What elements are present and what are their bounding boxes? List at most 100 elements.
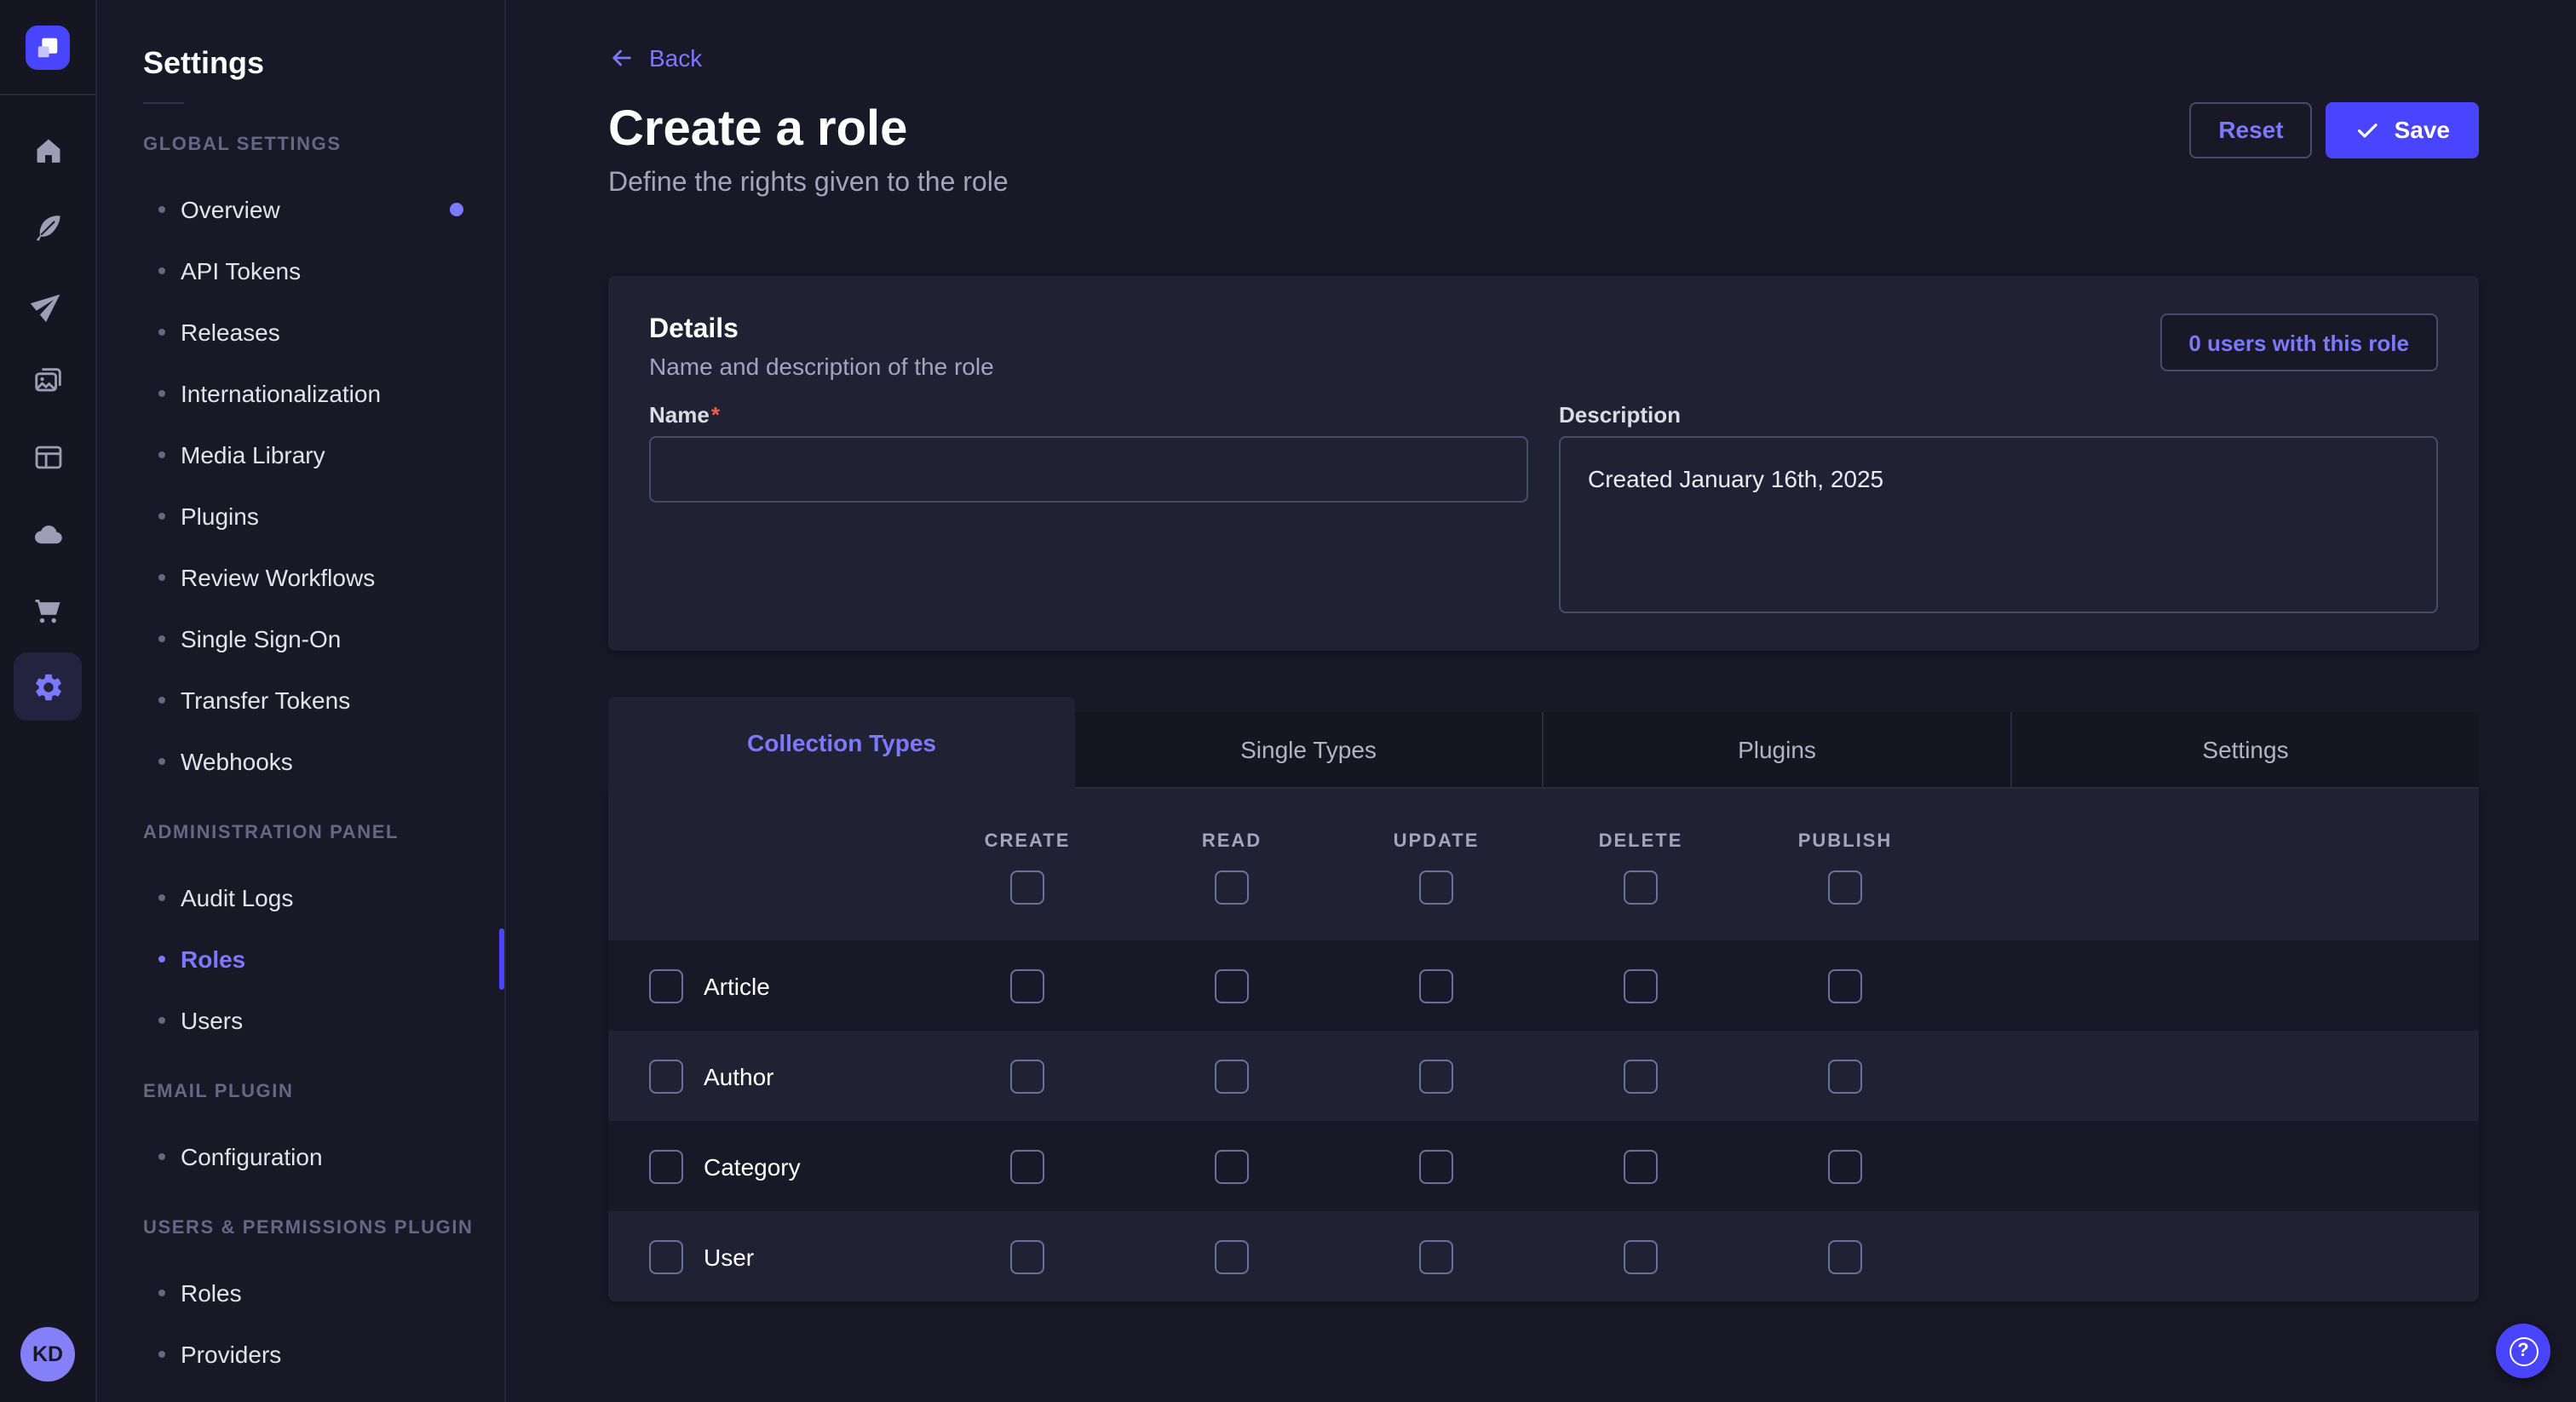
page-subtitle: Define the rights given to the role xyxy=(608,164,2479,204)
section-label: ADMINISTRATION PANEL xyxy=(143,819,504,847)
author-delete-checkbox[interactable] xyxy=(1624,1059,1658,1093)
select-all-create-checkbox[interactable] xyxy=(1010,871,1044,905)
media-library-icon[interactable] xyxy=(14,346,82,414)
permissions-header-row: CREATE READ UPDATE DELETE xyxy=(608,789,2479,940)
article-update-checkbox[interactable] xyxy=(1419,968,1453,1003)
row-label: Article xyxy=(704,972,770,999)
subnav-item-roles-admin[interactable]: Roles xyxy=(97,928,504,990)
tab-collection-types[interactable]: Collection Types xyxy=(608,697,1075,789)
description-textarea[interactable]: Created January 16th, 2025 xyxy=(1559,436,2438,613)
app-window: KD Settings GLOBAL SETTINGS Overview API… xyxy=(0,0,2576,1402)
table-row-author: Author xyxy=(608,1031,2479,1121)
bullet-icon xyxy=(158,206,165,213)
rail-icon-nav xyxy=(14,95,82,721)
select-all-update-checkbox[interactable] xyxy=(1419,871,1453,905)
column-header-publish: PUBLISH xyxy=(1798,830,1893,853)
bullet-icon xyxy=(158,635,165,642)
author-create-checkbox[interactable] xyxy=(1010,1059,1044,1093)
article-delete-checkbox[interactable] xyxy=(1624,968,1658,1003)
subnav-item-providers[interactable]: Providers xyxy=(97,1324,504,1385)
permissions-table: CREATE READ UPDATE DELETE xyxy=(608,789,2479,1301)
row-label: User xyxy=(704,1243,754,1270)
header-actions: Reset Save xyxy=(2189,101,2479,158)
article-read-checkbox[interactable] xyxy=(1215,968,1249,1003)
category-read-checkbox[interactable] xyxy=(1215,1149,1249,1183)
bullet-icon xyxy=(158,1351,165,1358)
article-publish-checkbox[interactable] xyxy=(1828,968,1862,1003)
subnav-item-users[interactable]: Users xyxy=(97,990,504,1051)
user-read-checkbox[interactable] xyxy=(1215,1239,1249,1273)
section-label: USERS & PERMISSIONS PLUGIN xyxy=(143,1215,504,1242)
bullet-icon xyxy=(158,1017,165,1024)
user-avatar[interactable]: KD xyxy=(20,1327,75,1382)
subnav-item-webhooks[interactable]: Webhooks xyxy=(97,731,504,792)
select-all-publish-checkbox[interactable] xyxy=(1828,871,1862,905)
layout-icon[interactable] xyxy=(14,422,82,491)
row-select-checkbox[interactable] xyxy=(649,1059,683,1093)
subnav-item-configuration[interactable]: Configuration xyxy=(97,1126,504,1187)
cloud-icon[interactable] xyxy=(14,499,82,567)
user-publish-checkbox[interactable] xyxy=(1828,1239,1862,1273)
subnav-item-api-tokens[interactable]: API Tokens xyxy=(97,240,504,302)
subnav-item-internationalization[interactable]: Internationalization xyxy=(97,363,504,424)
tab-settings[interactable]: Settings xyxy=(2010,712,2479,789)
bullet-icon xyxy=(158,697,165,704)
subnav-item-media-library[interactable]: Media Library xyxy=(97,424,504,486)
feather-icon[interactable] xyxy=(14,192,82,261)
column-header-delete: DELETE xyxy=(1599,830,1683,853)
subnav-item-single-sign-on[interactable]: Single Sign-On xyxy=(97,608,504,669)
bullet-icon xyxy=(158,329,165,336)
select-all-delete-checkbox[interactable] xyxy=(1624,871,1658,905)
paper-plane-icon[interactable] xyxy=(14,269,82,337)
subnav-item-plugins[interactable]: Plugins xyxy=(97,486,504,547)
bullet-icon xyxy=(158,267,165,274)
user-delete-checkbox[interactable] xyxy=(1624,1239,1658,1273)
bullet-icon xyxy=(158,758,165,765)
app-icon-rail: KD xyxy=(0,0,97,1402)
description-field-group: Description Created January 16th, 2025 xyxy=(1559,402,2438,622)
author-publish-checkbox[interactable] xyxy=(1828,1059,1862,1093)
subnav-item-overview[interactable]: Overview xyxy=(97,179,504,240)
user-update-checkbox[interactable] xyxy=(1419,1239,1453,1273)
category-delete-checkbox[interactable] xyxy=(1624,1149,1658,1183)
subnav-item-audit-logs[interactable]: Audit Logs xyxy=(97,867,504,928)
row-select-checkbox[interactable] xyxy=(649,1149,683,1183)
category-create-checkbox[interactable] xyxy=(1010,1149,1044,1183)
column-header-read: READ xyxy=(1202,830,1262,853)
subnav-title: Settings xyxy=(143,44,504,82)
subnav-item-review-workflows[interactable]: Review Workflows xyxy=(97,547,504,608)
back-link[interactable]: Back xyxy=(608,41,702,75)
home-icon[interactable] xyxy=(14,116,82,184)
gear-icon[interactable] xyxy=(14,652,82,721)
bullet-icon xyxy=(158,451,165,458)
author-read-checkbox[interactable] xyxy=(1215,1059,1249,1093)
shopping-cart-icon[interactable] xyxy=(14,576,82,644)
subnav-item-transfer-tokens[interactable]: Transfer Tokens xyxy=(97,669,504,731)
row-select-checkbox[interactable] xyxy=(649,1239,683,1273)
row-label: Category xyxy=(704,1152,801,1180)
help-button[interactable]: ? xyxy=(2496,1324,2550,1378)
subnav-item-roles-up[interactable]: Roles xyxy=(97,1262,504,1324)
tab-single-types[interactable]: Single Types xyxy=(1075,712,1542,789)
select-all-read-checkbox[interactable] xyxy=(1215,871,1249,905)
tab-plugins[interactable]: Plugins xyxy=(1542,712,2010,789)
article-create-checkbox[interactable] xyxy=(1010,968,1044,1003)
category-update-checkbox[interactable] xyxy=(1419,1149,1453,1183)
table-row-user: User xyxy=(608,1211,2479,1301)
users-with-role-button[interactable]: 0 users with this role xyxy=(2159,313,2438,371)
required-asterisk: * xyxy=(711,402,720,429)
bullet-icon xyxy=(158,894,165,901)
save-button[interactable]: Save xyxy=(2326,101,2479,158)
name-input[interactable] xyxy=(649,436,1528,503)
user-create-checkbox[interactable] xyxy=(1010,1239,1044,1273)
strapi-logo-icon[interactable] xyxy=(26,25,70,69)
author-update-checkbox[interactable] xyxy=(1419,1059,1453,1093)
subnav-section-global-settings: GLOBAL SETTINGS Overview API Tokens Rele… xyxy=(97,131,504,792)
row-label: Author xyxy=(704,1062,774,1089)
subnav-item-releases[interactable]: Releases xyxy=(97,302,504,363)
row-select-checkbox[interactable] xyxy=(649,968,683,1003)
subnav-section-email-plugin: EMAIL PLUGIN Configuration xyxy=(97,1078,504,1187)
category-publish-checkbox[interactable] xyxy=(1828,1149,1862,1183)
permissions-tabs: Collection Types Single Types Plugins Se… xyxy=(608,697,2479,789)
reset-button[interactable]: Reset xyxy=(2189,101,2312,158)
